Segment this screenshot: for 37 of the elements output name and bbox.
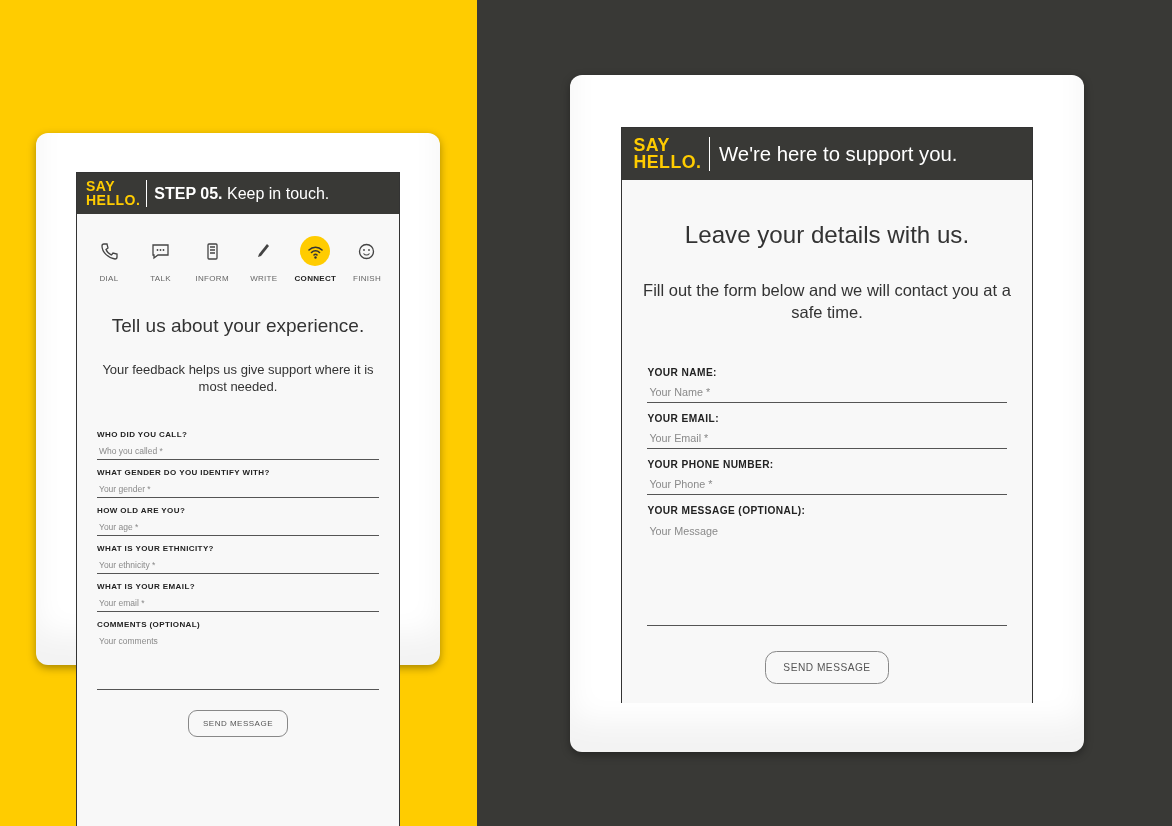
logo: SAY HELLO.: [86, 180, 148, 207]
field-label: WHAT IS YOUR EMAIL?: [97, 581, 196, 591]
field-label: YOUR PHONE NUMBER:: [647, 459, 775, 471]
field-label: WHAT IS YOUR ETHNICITY?: [97, 543, 215, 553]
logo: SAY HELLO.: [633, 137, 711, 171]
phone-icon: [98, 240, 120, 262]
input-field[interactable]: Your email *: [97, 595, 379, 612]
step-tab[interactable]: INFORM: [188, 236, 237, 283]
header-title: STEP 05. Keep in touch.: [154, 184, 330, 203]
step-tab[interactable]: DIAL: [85, 236, 133, 283]
form-description: Your feedback helps us give support where it is most needed.: [101, 362, 375, 396]
field-label: COMMENTS (OPTIONAL): [97, 619, 202, 629]
input-field[interactable]: Your Phone *: [647, 476, 1007, 496]
input-field[interactable]: Your gender *: [97, 481, 379, 498]
send-message-button[interactable]: SEND MESSAGE: [764, 650, 890, 685]
step-tab[interactable]: CONNECT: [291, 236, 340, 283]
input-field[interactable]: Who you called *: [97, 443, 379, 460]
input-field[interactable]: Your Email *: [647, 430, 1007, 449]
text-area[interactable]: Your comments: [97, 633, 379, 690]
send-message-button[interactable]: SEND MESSAGE: [188, 709, 288, 737]
text-area[interactable]: Your Message: [647, 522, 1007, 626]
field-label: HOW OLD ARE YOU?: [97, 505, 187, 515]
input-field[interactable]: Your ethnicity *: [97, 557, 379, 574]
header-title: We're here to support you.: [719, 142, 958, 166]
input-field[interactable]: Your age *: [97, 519, 379, 536]
form-title: Leave your details with us.: [683, 220, 971, 249]
field-label: YOUR EMAIL:: [647, 412, 720, 424]
form-title: Tell us about your experience.: [110, 315, 366, 337]
step-tab[interactable]: FINISH: [342, 236, 391, 283]
step-tab[interactable]: TALK: [136, 236, 185, 283]
field-label: YOUR MESSAGE (OPTIONAL):: [647, 505, 807, 517]
field-label: WHO DID YOU CALL?: [97, 429, 189, 439]
form-description: Fill out the form below and we will contact you at a safe time.: [642, 280, 1012, 323]
input-field[interactable]: Your Name *: [647, 383, 1007, 403]
field-label: YOUR NAME:: [647, 366, 718, 378]
step-tab[interactable]: WRITE: [239, 236, 288, 283]
field-label: WHAT GENDER DO YOU IDENTIFY WITH?: [97, 467, 271, 477]
